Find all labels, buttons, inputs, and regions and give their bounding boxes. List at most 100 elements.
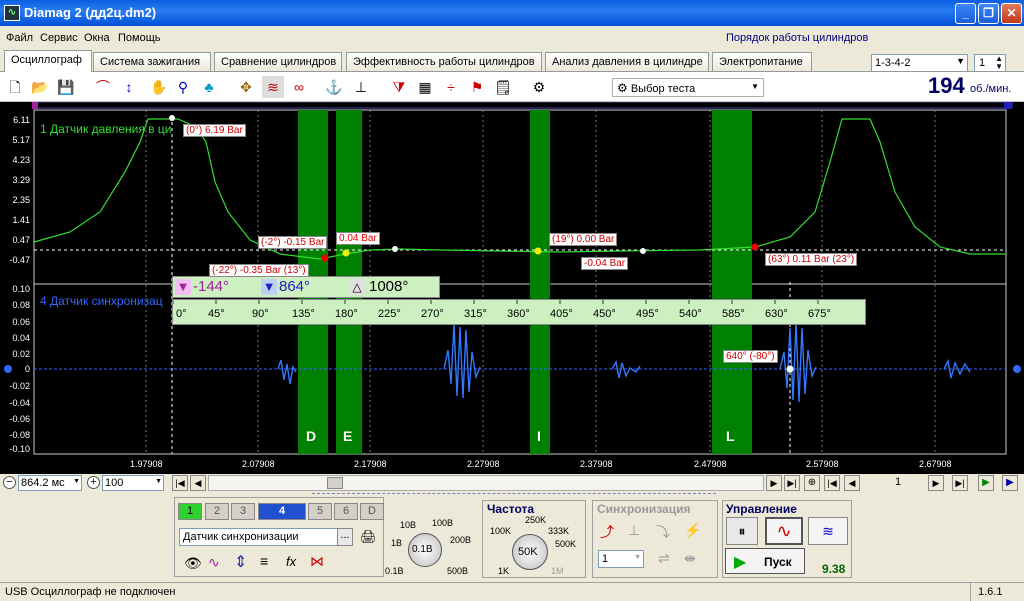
- sync-level-icon[interactable]: ⇌: [658, 550, 670, 567]
- sync-channel-select[interactable]: 1 ▼: [598, 550, 644, 568]
- menu-file[interactable]: Файл: [6, 32, 33, 44]
- close-button[interactable]: ✕: [1001, 3, 1022, 24]
- channel-4-button[interactable]: 4: [258, 503, 306, 520]
- sync-auto-icon[interactable]: ⚡: [684, 522, 701, 539]
- control-title: Управление: [726, 502, 797, 516]
- zero-marker-icon[interactable]: ⊥: [350, 76, 372, 98]
- menu-help[interactable]: Помощь: [118, 32, 161, 44]
- eye-icon[interactable]: 👁: [184, 555, 202, 572]
- sine-wave-icon: ∿: [776, 521, 792, 541]
- y-tick: 0.08: [12, 300, 30, 310]
- zoom-icon[interactable]: ⚲: [172, 76, 194, 98]
- grid-icon[interactable]: ▦: [414, 76, 436, 98]
- menu-windows[interactable]: Окна: [84, 32, 110, 44]
- y-tick: 4.23: [12, 155, 30, 165]
- vertical-arrows-icon[interactable]: ⇕: [234, 552, 247, 572]
- hand-tool-icon[interactable]: ✋: [148, 76, 170, 98]
- scroll-thumb[interactable]: [327, 477, 343, 489]
- channel-2-button[interactable]: 2: [205, 503, 229, 520]
- sensor-settings-icon[interactable]: 🖨: [360, 529, 377, 545]
- channel-5-button[interactable]: 5: [308, 503, 332, 520]
- filter-icon[interactable]: ⧩: [388, 76, 410, 98]
- flag-icon[interactable]: ⚑: [466, 76, 488, 98]
- cylinder-count-value: 1: [979, 57, 986, 69]
- status-text: USB Осциллограф не подключен: [5, 586, 176, 598]
- channel-4-label: 4 Датчик синхронизац: [40, 294, 163, 308]
- new-file-icon[interactable]: 🗋: [4, 76, 26, 98]
- channel-1-label: 1 Датчик давления в ци: [40, 122, 172, 136]
- auto-settings-icon[interactable]: ⚙: [528, 76, 550, 98]
- tab-cylinder-efficiency[interactable]: Эффективность работы цилиндров: [346, 52, 542, 71]
- page-first-icon[interactable]: |◀: [824, 475, 840, 491]
- lines-icon[interactable]: ≡: [260, 553, 268, 569]
- notes-icon[interactable]: 🗒: [492, 76, 514, 98]
- zoom-value: 100: [105, 477, 124, 489]
- divider-icon[interactable]: ÷: [440, 76, 462, 98]
- waveform-canvas[interactable]: [0, 102, 1024, 474]
- frequency-title: Частота: [487, 502, 535, 516]
- tab-ignition[interactable]: Система зажигания: [93, 52, 211, 71]
- zoom-in-icon[interactable]: +: [87, 476, 100, 489]
- sensor-field[interactable]: Датчик синхронизации: [179, 528, 339, 546]
- arc-measure-icon[interactable]: ⌒: [92, 76, 114, 98]
- channel-3-button[interactable]: 3: [231, 503, 255, 520]
- tab-power[interactable]: Электропитание: [712, 52, 812, 71]
- zoom-out-icon[interactable]: −: [3, 476, 16, 489]
- timebase-select[interactable]: 864.2 мс ▼: [18, 475, 82, 491]
- menu-service[interactable]: Сервис: [40, 32, 78, 44]
- open-folder-icon[interactable]: 📂: [29, 76, 51, 98]
- tab-cylinder-compare[interactable]: Сравнение цилиндров: [214, 52, 342, 71]
- sensor-browse-button[interactable]: ...: [337, 528, 353, 546]
- y-tick: -0.06: [9, 414, 30, 424]
- browse-label: ...: [340, 529, 350, 541]
- sync-rising-icon[interactable]: ⤴: [600, 522, 614, 542]
- add-page-icon[interactable]: ⊕: [804, 475, 820, 491]
- oscilloscope-display[interactable]: 6.11 5.17 4.23 3.29 2.35 1.41 0.47 -0.47…: [0, 102, 1024, 474]
- tab-label: Эффективность работы цилиндров: [353, 56, 535, 68]
- sync-move-icon[interactable]: ⇼: [684, 550, 696, 567]
- control-value: 9.38: [822, 562, 846, 576]
- vertical-measure-icon[interactable]: ↕: [118, 76, 140, 98]
- channel-1-button[interactable]: 1: [178, 503, 202, 520]
- tab-pressure-analysis[interactable]: Анализ давления в цилиндре: [545, 52, 709, 71]
- prev-icon[interactable]: ◀: [190, 475, 206, 491]
- save-icon[interactable]: 💾: [55, 76, 77, 98]
- multi-wave-button[interactable]: ≋: [808, 517, 848, 545]
- sync-falling-icon[interactable]: ⤵: [656, 522, 670, 542]
- overlay-waves-icon[interactable]: ≋: [262, 76, 284, 98]
- horizontal-scrollbar[interactable]: [208, 475, 764, 491]
- test-select[interactable]: ⚙ Выбор теста ▼: [612, 78, 764, 97]
- single-wave-button[interactable]: ∿: [765, 517, 803, 545]
- start-button[interactable]: ▶ Пуск: [725, 548, 805, 574]
- auto-trigger-icon[interactable]: ⚓: [323, 76, 345, 98]
- multi-wave-icon[interactable]: ∞: [288, 76, 310, 98]
- pause-button[interactable]: ⏸: [726, 517, 758, 545]
- tab-oscilloscope[interactable]: Осциллограф: [4, 50, 92, 72]
- last-page-icon[interactable]: ▶|: [784, 475, 800, 491]
- cursor-cross-icon[interactable]: ✥: [235, 76, 257, 98]
- zoom-select[interactable]: 100 ▼: [102, 475, 164, 491]
- page-last-icon[interactable]: ▶|: [952, 475, 968, 491]
- function-icon[interactable]: fx: [286, 554, 296, 569]
- wave-icon[interactable]: ∿: [208, 554, 220, 571]
- channel-4-right-handle: [1013, 365, 1021, 373]
- voltage-label: 1В: [391, 538, 403, 548]
- marker-bar[interactable]: ▼ -144° ▼ 864° △ 1008°: [172, 276, 440, 298]
- forward-icon[interactable]: ▶: [1002, 475, 1018, 491]
- zone-l: [712, 110, 752, 454]
- maximize-button[interactable]: ❐: [978, 3, 999, 24]
- first-page-icon[interactable]: |◀: [172, 475, 188, 491]
- sync-edge-icon[interactable]: ⊥: [628, 522, 640, 539]
- play-icon[interactable]: ▶: [978, 475, 994, 491]
- channel-6-button[interactable]: 6: [334, 503, 358, 520]
- zone-i: [530, 110, 550, 454]
- minimize-button[interactable]: _: [955, 3, 976, 24]
- tree-icon[interactable]: ♣: [198, 76, 220, 98]
- page-prev-icon[interactable]: ◀: [844, 475, 860, 491]
- degree-tick: 540°: [679, 308, 702, 320]
- y-tick: 0.02: [12, 349, 30, 359]
- filter-wave-icon[interactable]: ⋈: [310, 553, 324, 570]
- channel-d-button[interactable]: D: [360, 503, 384, 520]
- page-next-icon[interactable]: ▶: [928, 475, 944, 491]
- next-icon[interactable]: ▶: [766, 475, 782, 491]
